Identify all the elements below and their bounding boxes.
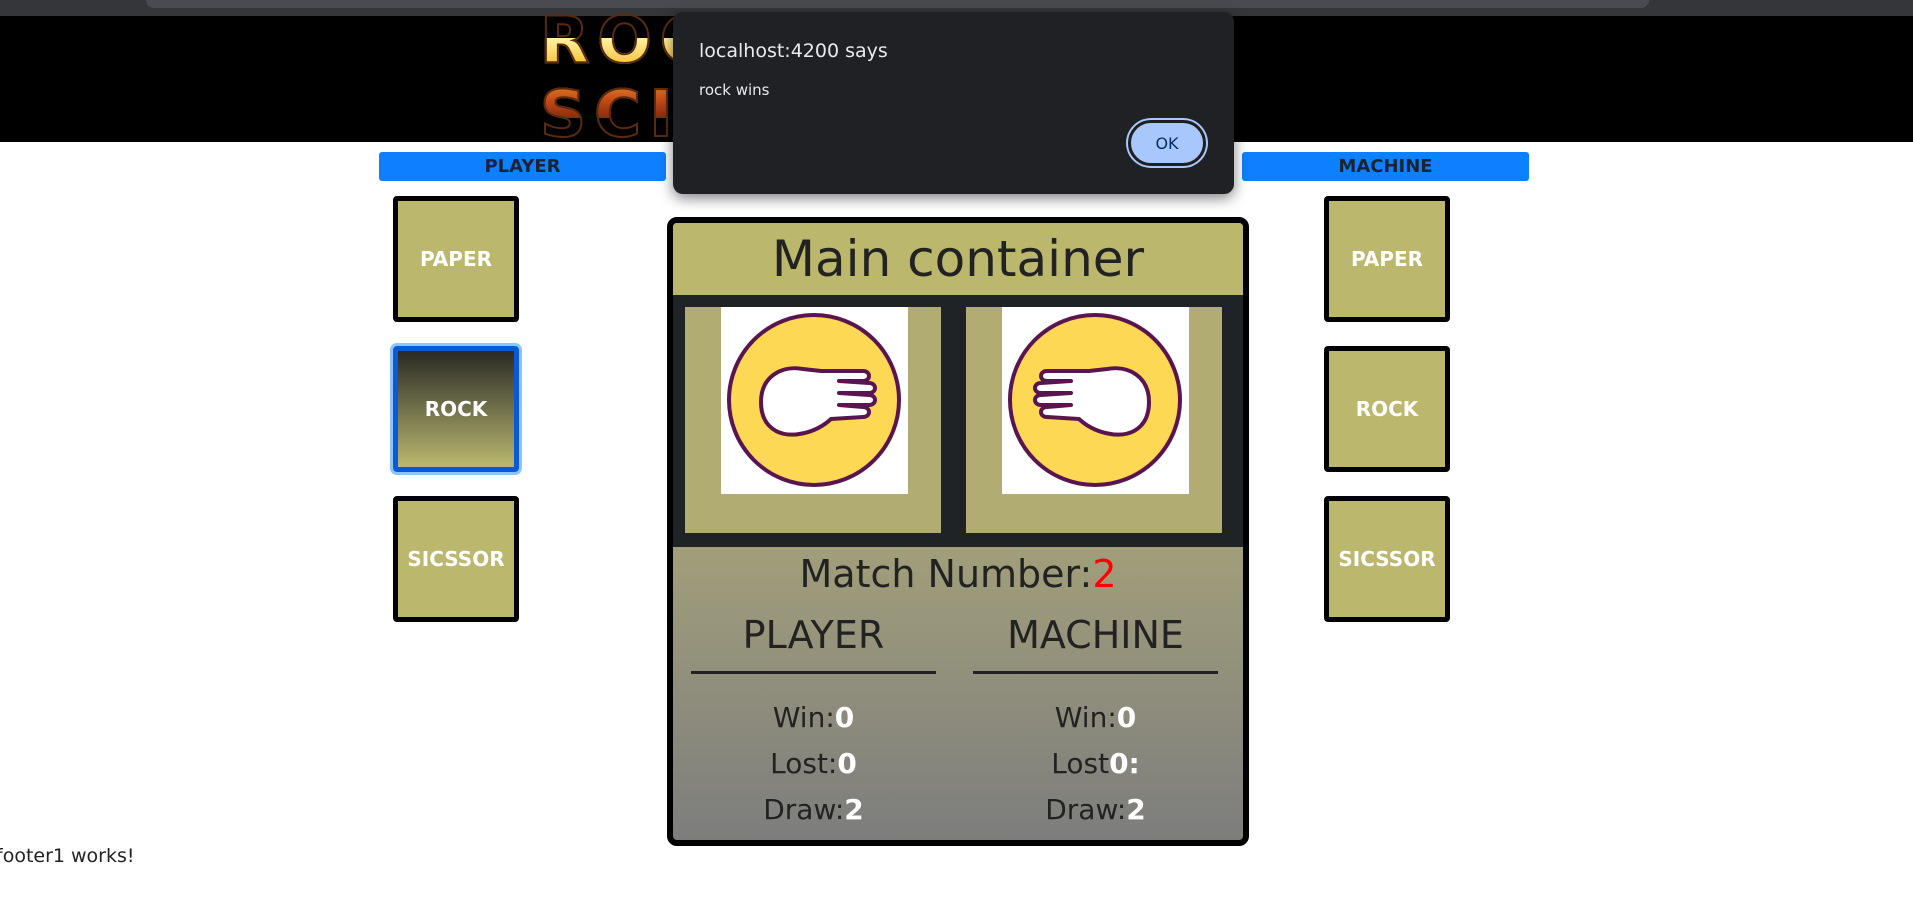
- win-label: Win:: [1054, 700, 1117, 734]
- player-win-stat: Win: 0: [691, 697, 936, 737]
- match-label: Match Number:: [799, 552, 1093, 596]
- alert-dialog: localhost:4200 says rock wins OK: [673, 12, 1234, 194]
- machine-scissor-button[interactable]: SICSSOR: [1324, 496, 1450, 622]
- machine-rock-button[interactable]: ROCK: [1324, 346, 1450, 472]
- machine-draw-value: 2: [1126, 792, 1146, 826]
- ok-button[interactable]: OK: [1128, 120, 1206, 166]
- machine-lost-value: 0:: [1109, 746, 1140, 780]
- machine-score-heading: MACHINE: [1007, 613, 1184, 657]
- match-number-line: Match Number: 2: [673, 547, 1243, 601]
- player-divider: [691, 671, 936, 674]
- player-draw-stat: Draw: 2: [691, 789, 936, 829]
- draw-label: Draw:: [763, 792, 845, 826]
- player-score-heading: PLAYER: [742, 613, 885, 657]
- player-draw-value: 2: [844, 792, 864, 826]
- machine-hand-slot: [966, 307, 1222, 533]
- player-hand-slot: [685, 307, 941, 533]
- win-label: Win:: [772, 700, 835, 734]
- paper-hand-icon: [721, 307, 908, 494]
- player-scissor-button[interactable]: SICSSOR: [393, 496, 519, 622]
- machine-lost-stat: Lost 0:: [973, 743, 1218, 783]
- dialog-message: rock wins: [699, 81, 770, 99]
- footer-text: footer1 works!: [0, 845, 135, 867]
- main-container: Main container Match Number: 2 PLAYER MAC…: [667, 217, 1249, 846]
- lost-label: Lost: [1051, 746, 1110, 780]
- machine-win-value: 0: [1116, 700, 1137, 734]
- machine-label: MACHINE: [1242, 152, 1529, 181]
- dialog-title: localhost:4200 says: [699, 40, 888, 62]
- player-win-value: 0: [834, 700, 855, 734]
- lost-label: Lost:: [770, 746, 838, 780]
- machine-draw-stat: Draw: 2: [973, 789, 1218, 829]
- main-title: Main container: [673, 223, 1243, 295]
- paper-hand-icon: [1002, 307, 1189, 494]
- player-lost-value: 0: [837, 746, 857, 780]
- machine-divider: [973, 671, 1218, 674]
- arena: [673, 295, 1243, 547]
- machine-paper-button[interactable]: PAPER: [1324, 196, 1450, 322]
- player-label: PLAYER: [379, 152, 666, 181]
- player-rock-button[interactable]: ROCK: [393, 346, 519, 472]
- player-lost-stat: Lost: 0: [691, 743, 936, 783]
- player-paper-button[interactable]: PAPER: [393, 196, 519, 322]
- match-number: 2: [1092, 552, 1117, 596]
- draw-label: Draw:: [1045, 792, 1127, 826]
- machine-win-stat: Win: 0: [973, 697, 1218, 737]
